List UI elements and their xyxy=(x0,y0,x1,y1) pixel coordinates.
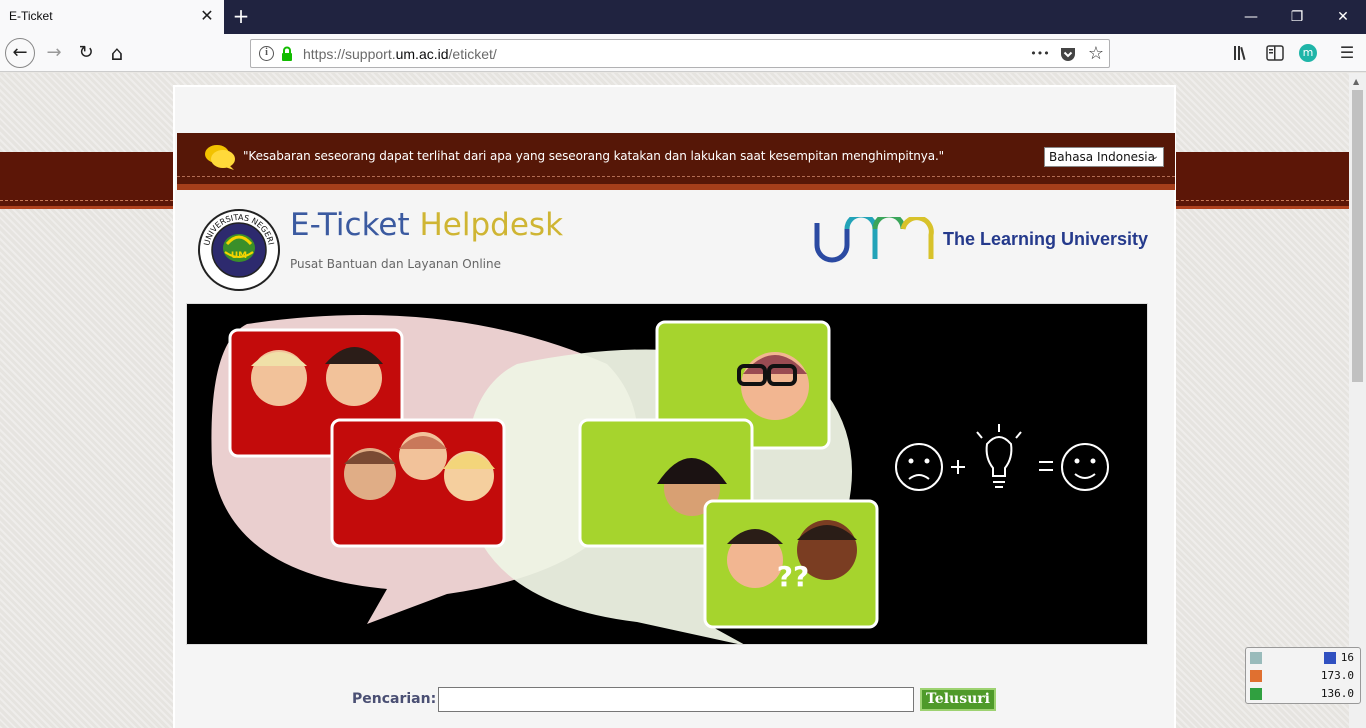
url-bar[interactable]: i https://support.um.ac.id/eticket/ ••• … xyxy=(250,39,1110,68)
page-scrollbar[interactable]: ▲ xyxy=(1349,73,1366,728)
seal-center-text: UM xyxy=(231,251,247,261)
language-select[interactable]: Bahasa Indonesia ⌄ xyxy=(1044,147,1164,167)
stat-value: 16 xyxy=(1340,651,1354,664)
quote-bar: "Kesabaran seseorang dapat terlihat dari… xyxy=(177,133,1175,190)
scroll-up-icon[interactable]: ▲ xyxy=(1353,77,1359,86)
extension-icon[interactable]: m xyxy=(1299,44,1317,62)
stat-row: 136.0 xyxy=(1250,686,1356,702)
new-tab-button[interactable]: + xyxy=(230,5,252,27)
download-icon xyxy=(1250,688,1262,700)
question-marks: ?? xyxy=(777,560,809,593)
info-icon[interactable]: i xyxy=(259,46,274,61)
back-button[interactable]: ← xyxy=(5,38,35,68)
search-label: Pencarian: xyxy=(352,691,437,707)
tab-strip: E-Ticket ✕ + — ❐ ✕ xyxy=(0,0,1366,34)
sidebar-icon[interactable] xyxy=(1266,45,1284,61)
lock-icon[interactable] xyxy=(281,46,293,62)
chevron-down-icon: ⌄ xyxy=(1150,151,1159,162)
um-logo xyxy=(814,217,934,263)
navigation-toolbar: ← → ↻ ⌂ i https://support.um.ac.id/etick… xyxy=(0,34,1366,72)
upload-icon xyxy=(1250,670,1262,682)
forward-button[interactable]: → xyxy=(40,39,68,67)
pocket-icon[interactable] xyxy=(1059,45,1077,63)
search-input[interactable] xyxy=(438,687,914,712)
url-text[interactable]: https://support.um.ac.id/eticket/ xyxy=(303,46,497,62)
stat-row: 16 xyxy=(1250,650,1356,666)
page-actions-icon[interactable]: ••• xyxy=(1029,43,1051,65)
quote-text: "Kesabaran seseorang dapat terlihat dari… xyxy=(243,149,945,163)
signal-icon xyxy=(1250,652,1262,664)
stat-value: 173.0 xyxy=(1320,669,1354,682)
network-stats-widget[interactable]: 16 173.0 136.0 xyxy=(1245,647,1361,704)
bookmark-star-icon[interactable]: ☆ xyxy=(1085,43,1107,65)
home-button[interactable]: ⌂ xyxy=(103,39,131,67)
language-select-value: Bahasa Indonesia xyxy=(1049,150,1155,164)
search-button[interactable]: Telusuri xyxy=(920,688,996,711)
stat-row: 173.0 xyxy=(1250,668,1356,684)
university-seal-logo: UNIVERSITAS NEGERI MALANG UM xyxy=(197,208,280,291)
library-icon[interactable] xyxy=(1232,44,1252,62)
restore-button[interactable]: ❐ xyxy=(1274,0,1320,34)
site-subtitle: Pusat Bantuan dan Layanan Online xyxy=(290,257,502,271)
tab-title: E-Ticket xyxy=(9,9,53,23)
minimize-button[interactable]: — xyxy=(1228,0,1274,34)
banner-illustration: ?? xyxy=(187,304,1147,644)
tab-close-icon[interactable]: ✕ xyxy=(197,6,217,26)
tagline: The Learning University xyxy=(943,229,1149,249)
browser-tab[interactable]: E-Ticket ✕ xyxy=(0,0,224,34)
close-window-button[interactable]: ✕ xyxy=(1320,0,1366,34)
scrollbar-thumb[interactable] xyxy=(1352,90,1363,382)
menu-icon[interactable]: ☰ xyxy=(1334,40,1360,66)
reload-button[interactable]: ↻ xyxy=(72,39,100,67)
site-title: E-Ticket Helpdesk xyxy=(290,207,564,243)
page-container: "Kesabaran seseorang dapat terlihat dari… xyxy=(173,85,1176,728)
chat-bubbles-icon xyxy=(205,145,235,170)
connection-icon xyxy=(1324,652,1336,664)
stat-value: 136.0 xyxy=(1320,687,1354,700)
page-viewport: "Kesabaran seseorang dapat terlihat dari… xyxy=(0,73,1349,728)
helpdesk-banner-image: ?? xyxy=(186,303,1148,645)
